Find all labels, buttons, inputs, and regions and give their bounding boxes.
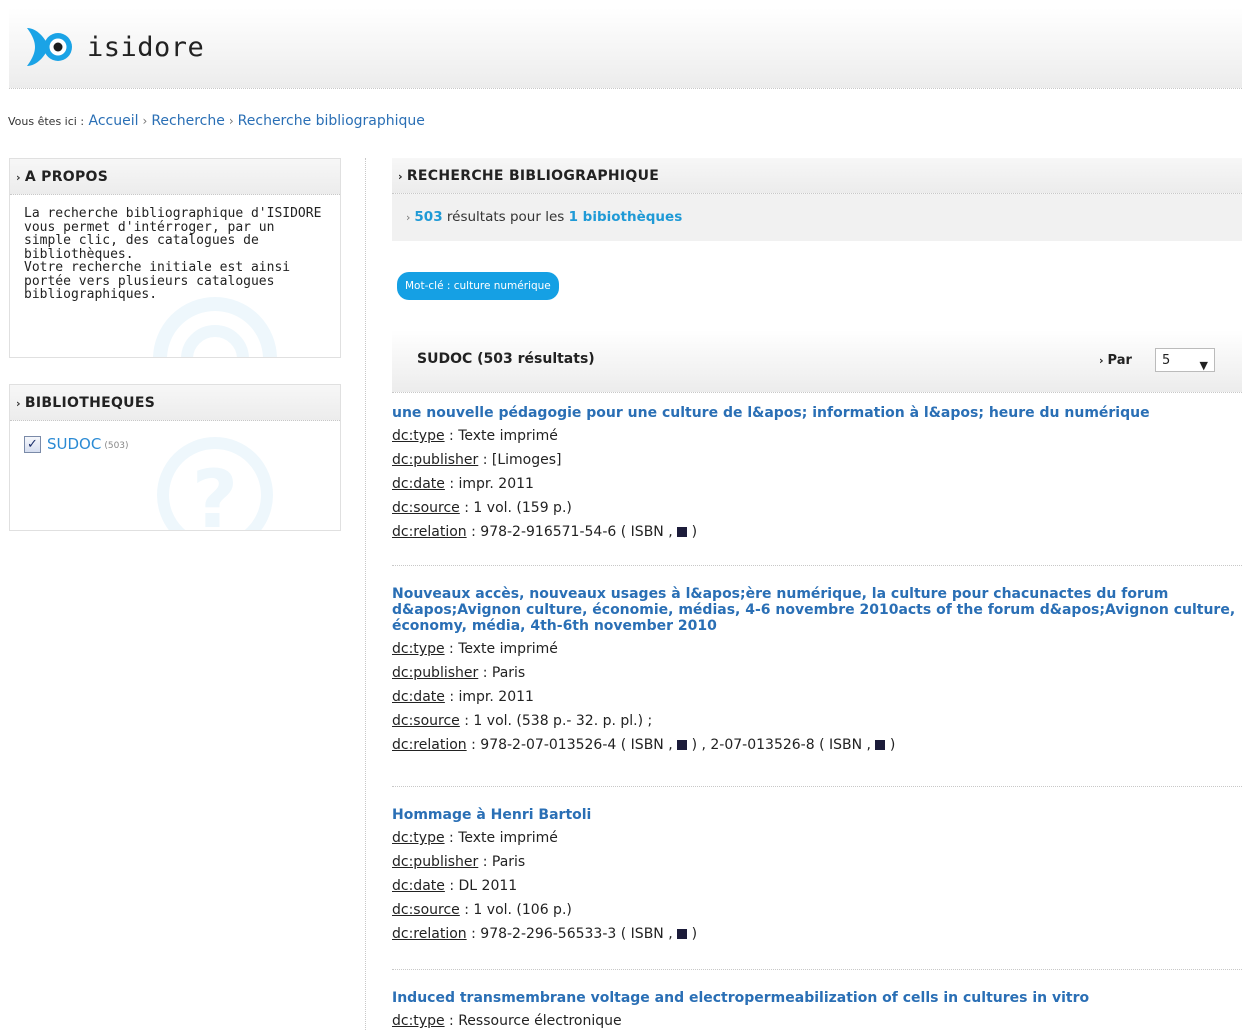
library-count: (503)	[104, 441, 129, 451]
breadcrumb-separator: ›	[228, 114, 234, 128]
field-value-date: impr. 2011	[458, 476, 534, 492]
breadcrumb-home[interactable]: Accueil	[89, 113, 139, 129]
field-value-publisher: Paris	[491, 854, 526, 870]
result-item: Nouveaux accès, nouveaux usages à l&apos…	[392, 586, 1242, 787]
field-value-type: Texte imprimé	[458, 641, 558, 657]
isbn-label: ISBN	[630, 524, 664, 540]
field-key-source[interactable]: dc:source	[392, 902, 460, 918]
isbn-link-icon[interactable]	[875, 740, 886, 750]
result-title[interactable]: Induced transmembrane voltage and electr…	[392, 990, 1242, 1006]
breadcrumb: Vous êtes ici : Accueil › Recherche › Recher…	[8, 113, 425, 129]
isbn-link-icon[interactable]	[677, 740, 688, 750]
sudoc-title: SUDOC (503 résultats)	[417, 351, 595, 367]
breadcrumb-search[interactable]: Recherche	[151, 113, 225, 129]
about-title: › A PROPOS	[10, 159, 340, 195]
isidore-logo-icon	[27, 28, 72, 66]
field-key-publisher[interactable]: dc:publisher	[392, 854, 478, 870]
field-value-type: Texte imprimé	[458, 830, 558, 846]
result-item: une nouvelle pédagogie pour une culture …	[392, 405, 1242, 566]
breadcrumb-separator: ›	[142, 114, 148, 128]
column-divider	[365, 158, 366, 1030]
field-value-source: 1 vol. (159 p.)	[473, 500, 572, 516]
field-key-type[interactable]: dc:type	[392, 428, 445, 444]
results-count: 503	[414, 209, 443, 225]
results-list: une nouvelle pédagogie pour une culture …	[392, 405, 1242, 1033]
logo-text: isidore	[87, 31, 205, 63]
arrow-icon: ›	[1099, 354, 1104, 367]
arrow-icon: ›	[398, 170, 403, 183]
field-value-relation: 978-2-916571-54-6	[480, 524, 617, 540]
field-value-relation: 978-2-07-013526-4	[480, 737, 617, 753]
field-value-type: Ressource électronique	[458, 1013, 622, 1029]
field-key-relation[interactable]: dc:relation	[392, 524, 467, 540]
chevron-down-icon: ▼	[1199, 359, 1208, 372]
field-value-relation: 978-2-296-56533-3	[480, 926, 617, 942]
field-value-date: impr. 2011	[458, 689, 534, 705]
field-key-date[interactable]: dc:date	[392, 878, 445, 894]
field-key-publisher[interactable]: dc:publisher	[392, 665, 478, 681]
main-panel: › RECHERCHE BIBLIOGRAPHIQUE › 503 résultat…	[392, 158, 1242, 1029]
libraries-title: › BIBLIOTHEQUES	[10, 385, 340, 421]
summary-text: résultats pour les	[446, 209, 565, 225]
field-key-relation[interactable]: dc:relation	[392, 926, 467, 942]
library-link[interactable]: SUDOC	[47, 435, 101, 453]
keyword-tag[interactable]: Mot-clé : culture numérique	[397, 272, 559, 300]
sudoc-results-bar: SUDOC (503 résultats) › Par 5 ▼	[392, 330, 1242, 393]
field-key-publisher[interactable]: dc:publisher	[392, 452, 478, 468]
about-text: La recherche bibliographique d'ISIDORE v…	[24, 206, 322, 302]
result-item: Hommage à Henri Bartoli dc:type : Texte …	[392, 807, 1242, 970]
arrow-icon: ›	[16, 171, 21, 184]
field-key-source[interactable]: dc:source	[392, 500, 460, 516]
field-value-source: 1 vol. (106 p.)	[473, 902, 572, 918]
field-key-date[interactable]: dc:date	[392, 689, 445, 705]
isbn-label: ISBN	[829, 737, 863, 753]
results-summary: › 503 résultats pour les 1 bibiothèques	[392, 194, 1242, 241]
field-key-type[interactable]: dc:type	[392, 830, 445, 846]
library-checkbox[interactable]: ✓	[24, 435, 41, 453]
field-value-source: 1 vol. (538 p.- 32. p. pl.) ;	[473, 713, 653, 729]
field-key-relation[interactable]: dc:relation	[392, 737, 467, 753]
field-value-relation: 2-07-013526-8	[710, 737, 815, 753]
isbn-label: ISBN	[630, 926, 664, 942]
isbn-label: ISBN	[630, 737, 664, 753]
result-title[interactable]: Nouveaux accès, nouveaux usages à l&apos…	[392, 586, 1242, 634]
field-value-publisher: [Limoges]	[491, 452, 562, 468]
arrow-icon: ›	[406, 211, 411, 224]
site-logo[interactable]: isidore	[25, 24, 204, 70]
libraries-count-link[interactable]: 1 bibiothèques	[569, 209, 683, 225]
result-title[interactable]: Hommage à Henri Bartoli	[392, 807, 1242, 823]
breadcrumb-current[interactable]: Recherche bibliographique	[238, 113, 425, 129]
breadcrumb-prefix: Vous êtes ici :	[8, 115, 85, 128]
per-page-label: › Par	[1099, 353, 1132, 368]
field-key-date[interactable]: dc:date	[392, 476, 445, 492]
library-item-sudoc[interactable]: ✓ SUDOC (503)	[10, 421, 340, 467]
field-key-type[interactable]: dc:type	[392, 641, 445, 657]
site-header: isidore	[9, 8, 1242, 89]
isbn-link-icon[interactable]	[677, 527, 688, 537]
arrow-icon: ›	[16, 397, 21, 410]
about-box: › A PROPOS La recherche bibliographique d…	[9, 158, 341, 358]
result-item: Induced transmembrane voltage and electr…	[392, 990, 1242, 1033]
per-page-select[interactable]: 5 ▼	[1155, 348, 1215, 372]
result-title[interactable]: une nouvelle pédagogie pour une culture …	[392, 405, 1242, 421]
libraries-box: › BIBLIOTHEQUES ? ✓ SUDOC (503)	[9, 384, 341, 531]
field-key-type[interactable]: dc:type	[392, 1013, 445, 1029]
per-page-value: 5	[1162, 353, 1171, 368]
field-key-source[interactable]: dc:source	[392, 713, 460, 729]
field-value-type: Texte imprimé	[458, 428, 558, 444]
main-title: › RECHERCHE BIBLIOGRAPHIQUE	[392, 158, 1242, 194]
field-value-publisher: Paris	[491, 665, 526, 681]
isbn-link-icon[interactable]	[677, 929, 688, 939]
field-value-date: DL 2011	[458, 878, 518, 894]
